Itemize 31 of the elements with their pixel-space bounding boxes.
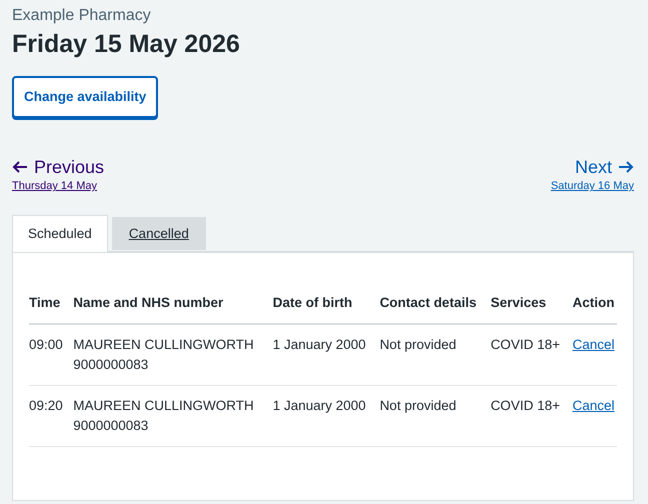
table-cell: 09:20 — [29, 386, 74, 447]
column-header: Name and NHS number — [73, 285, 273, 324]
patient-name: MAUREEN CULLINGWORTH — [73, 397, 255, 416]
change-availability-button[interactable]: Change availability — [12, 76, 158, 118]
next-date-link[interactable]: Saturday 16 May — [550, 178, 634, 195]
column-header: Contact details — [380, 285, 491, 324]
column-header: Action — [572, 285, 617, 324]
previous-date-link[interactable]: Thursday 14 May — [12, 178, 97, 195]
table-cell: Not provided — [380, 386, 491, 447]
column-header: Time — [29, 285, 74, 324]
nhs-number: 9000000083 — [73, 356, 150, 374]
tab[interactable]: Cancelled — [112, 216, 206, 250]
table-cell: Not provided — [380, 324, 491, 386]
table-cell: COVID 18+ — [490, 324, 572, 386]
previous-day-link[interactable]: Previous — [12, 156, 104, 178]
table-cell: 1 January 2000 — [272, 324, 380, 386]
table-cell: 09:00 — [29, 324, 74, 386]
table-cell: 1 January 2000 — [272, 386, 380, 447]
cancel-link[interactable]: Cancel — [572, 398, 614, 414]
next-day-link[interactable]: Next — [574, 156, 634, 178]
patient-name: MAUREEN CULLINGWORTH — [73, 336, 255, 354]
left-arrow-icon — [12, 160, 28, 174]
tab[interactable]: Scheduled — [12, 214, 108, 252]
page-heading: Friday 15 May 2026 — [12, 29, 241, 60]
pharmacy-name: Example Pharmacy — [12, 6, 152, 26]
cancel-link[interactable]: Cancel — [572, 337, 614, 352]
table-cell: COVID 18+ — [490, 386, 572, 447]
right-arrow-icon — [618, 160, 634, 174]
column-header: Date of birth — [272, 285, 380, 324]
column-header: Services — [490, 285, 572, 324]
nhs-number: 9000000083 — [73, 417, 150, 436]
